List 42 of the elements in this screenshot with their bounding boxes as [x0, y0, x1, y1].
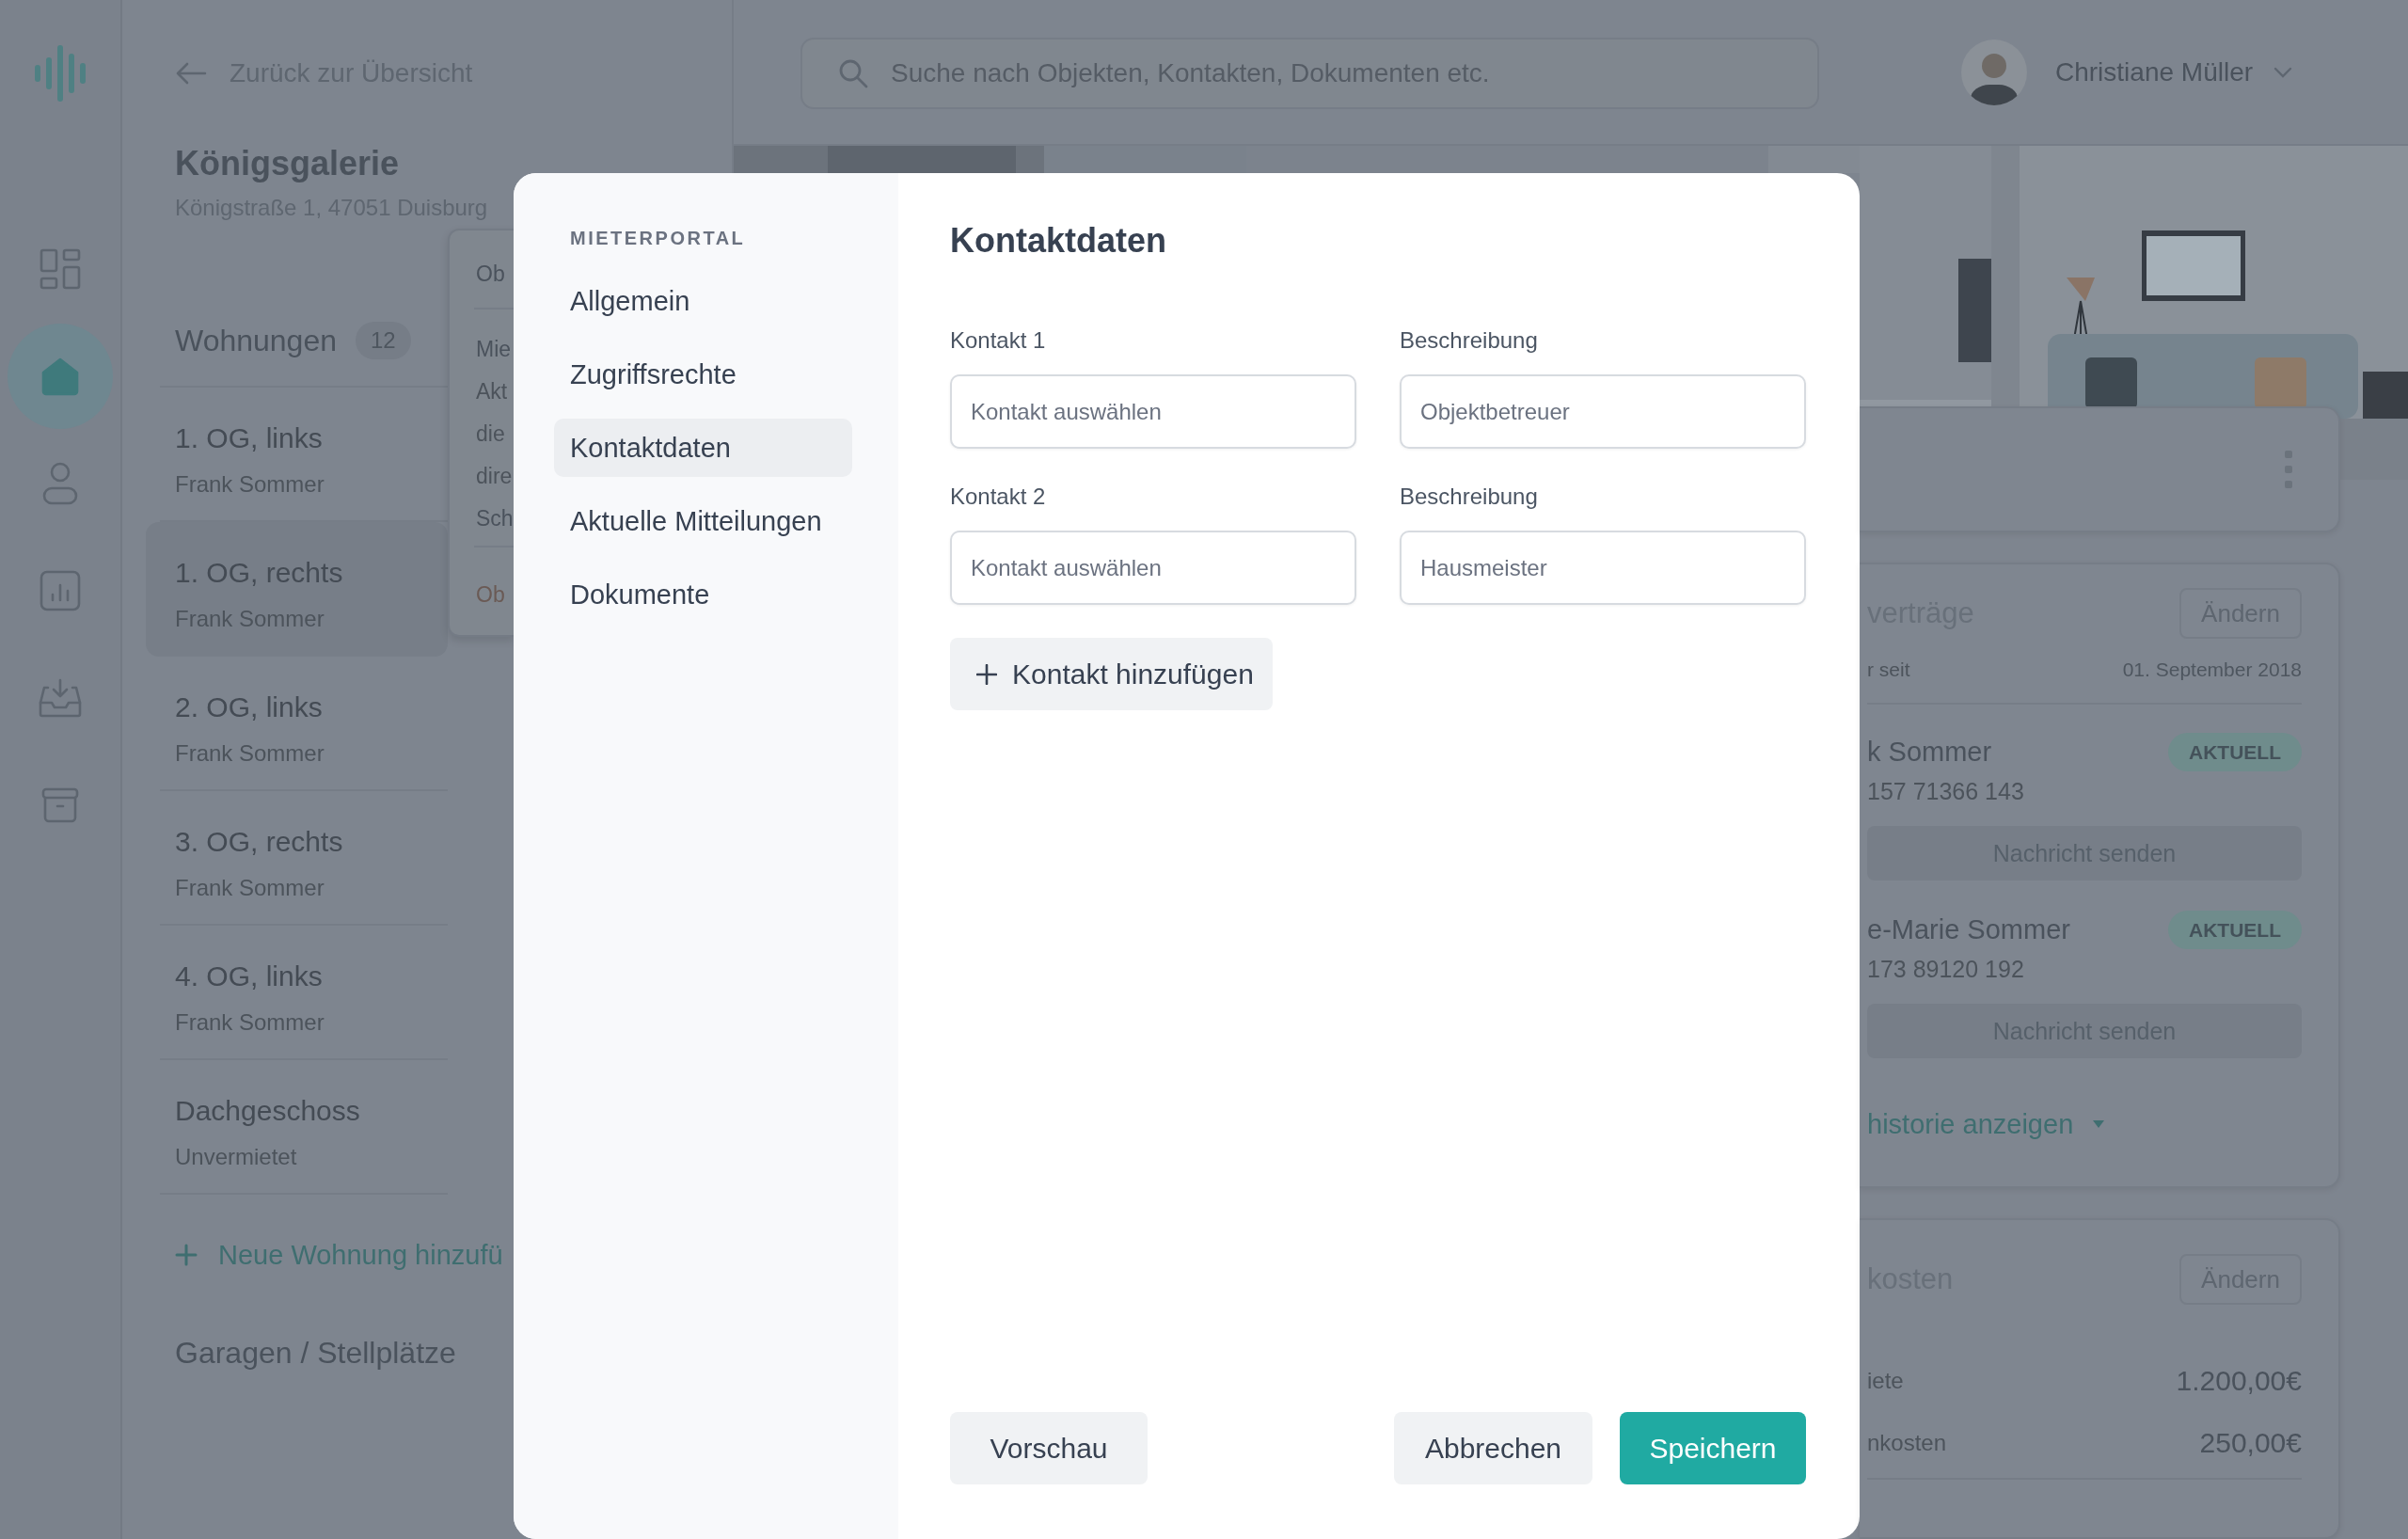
- unit-name: 3. OG, rechts: [175, 825, 343, 859]
- field-label: Beschreibung: [1400, 326, 1539, 355]
- status-badge: AKTUELL: [2168, 733, 2302, 771]
- nav-item[interactable]: Zugriffsrechte: [554, 345, 852, 404]
- arrow-left-icon: [175, 62, 207, 85]
- field-label: Kontakt 1: [950, 326, 1047, 355]
- nav-item[interactable]: Aktuelle Mitteilungen: [554, 492, 852, 550]
- contact-field[interactable]: Kontakt auswählen: [950, 374, 1356, 449]
- save-button[interactable]: Speichern: [1620, 1412, 1806, 1484]
- dashboard-icon: [40, 248, 81, 290]
- unit-name: 1. OG, links: [175, 421, 323, 455]
- nav-heading: MIETERPORTAL: [569, 228, 747, 248]
- plus-icon: [175, 1244, 198, 1266]
- preview-button[interactable]: Vorschau: [950, 1412, 1148, 1484]
- unit-name: 4. OG, links: [175, 960, 323, 993]
- menu-text: Ob: [476, 581, 506, 609]
- nav-item[interactable]: Dokumente: [554, 565, 852, 624]
- description-field[interactable]: Hausmeister: [1400, 531, 1806, 605]
- chevron-down-icon[interactable]: [2273, 66, 2293, 78]
- caret-down-icon: [2092, 1119, 2106, 1129]
- history-link[interactable]: historie anzeigen: [1867, 1108, 2074, 1140]
- nav-item[interactable]: Allgemein: [554, 272, 852, 330]
- unit-name: Dachgeschoss: [175, 1094, 360, 1128]
- plus-icon: [976, 663, 997, 685]
- nav-item[interactable]: Kontaktdaten: [554, 419, 852, 477]
- field-label: Kontakt 2: [950, 483, 1047, 511]
- person-icon: [41, 462, 79, 505]
- contact-field[interactable]: Kontakt auswählen: [950, 531, 1356, 605]
- chart-icon: [40, 570, 81, 611]
- add-unit-link[interactable]: Neue Wohnung hinzufü: [218, 1239, 503, 1271]
- logo-icon: [32, 45, 88, 102]
- search-icon: [838, 58, 868, 88]
- add-contact-button[interactable]: Kontakt hinzufügen: [950, 638, 1273, 710]
- archive-icon: [41, 787, 79, 823]
- field-label: Beschreibung: [1400, 483, 1539, 511]
- unit-name: 2. OG, links: [175, 690, 323, 724]
- description-field[interactable]: Objektbetreuer: [1400, 374, 1806, 449]
- home-icon: [40, 356, 81, 397]
- cancel-button[interactable]: Abbrechen: [1394, 1412, 1592, 1484]
- dialog-title: Kontaktdaten: [950, 220, 1167, 262]
- status-badge: AKTUELL: [2168, 911, 2302, 949]
- inbox-icon: [39, 678, 82, 718]
